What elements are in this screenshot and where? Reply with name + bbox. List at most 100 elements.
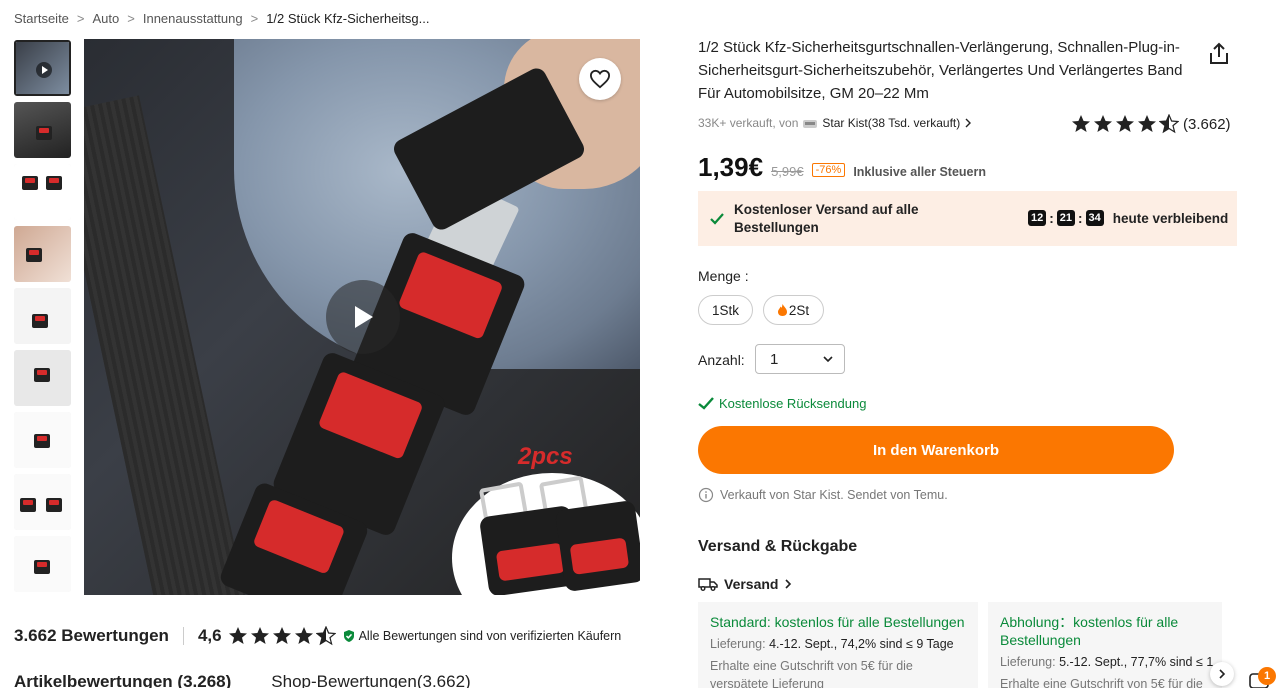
sold-count: 33K+ verkauft, von [698, 116, 799, 130]
delivery-value: 5.-12. Sept., 77,7% sind ≤ 1 [1059, 655, 1214, 669]
thumbnail-video[interactable] [14, 40, 71, 96]
truck-icon [698, 578, 718, 591]
favorite-button[interactable] [579, 58, 621, 100]
delivery-label: Lieferung: [710, 637, 766, 651]
price-row: 1,39€ 5,99€ -76% Inklusive aller Steuern [698, 152, 986, 183]
option-2st[interactable]: 2St [763, 295, 824, 325]
buckle-icon [34, 560, 50, 574]
quantity-value: 1 [770, 350, 779, 368]
option-1stk[interactable]: 1Stk [698, 295, 753, 325]
tab-shop-bewertungen[interactable]: Shop-Bewertungen(3.662) [271, 672, 470, 688]
rating-stars [1071, 114, 1179, 134]
star-icon [294, 627, 313, 644]
timer-label: heute verbleibend [1112, 210, 1229, 226]
quantity-label: Anzahl: [698, 352, 745, 368]
star-half-icon [315, 626, 336, 646]
discount-badge: -76% [811, 163, 846, 177]
buckle-icon [20, 498, 36, 512]
thumbnail-image[interactable] [14, 412, 71, 468]
product-rating[interactable]: (3.662) [1071, 114, 1231, 134]
chevron-right-icon [965, 118, 972, 128]
verified-note: Alle Bewertungen sind von verifizierten … [342, 629, 622, 643]
sold-by-text: Verkauft von Star Kist. Sendet von Temu. [720, 488, 948, 502]
shipping-card-head: Abholung：kostenlos für alle Bestellungen [1000, 614, 1179, 648]
store-link[interactable]: Star Kist(38 Tsd. verkauft) [822, 116, 960, 130]
verified-text: Alle Bewertungen sind von verifizierten … [358, 629, 622, 643]
thumbnail-image[interactable] [14, 536, 71, 592]
tab-artikelbewertungen[interactable]: Artikelbewertungen (3.268) [14, 672, 231, 688]
buckle-icon [36, 126, 52, 140]
breadcrumb-current: 1/2 Stück Kfz-Sicherheitsg... [266, 11, 430, 26]
thumbnail-image[interactable] [14, 474, 71, 530]
shipping-card-head: Standard: kostenlos für alle Bestellunge… [710, 614, 965, 630]
delivery-label: Lieferung: [1000, 655, 1056, 669]
rating-stars [228, 626, 336, 646]
reviews-count: 3.662 Bewertungen [14, 626, 169, 645]
flame-icon [777, 304, 787, 316]
versand-link[interactable]: Versand [698, 576, 792, 592]
thumbnail-image[interactable] [14, 288, 71, 344]
star-icon [1094, 115, 1112, 132]
buckle-icon [34, 368, 50, 382]
shipping-section-title: Versand & Rückgabe [698, 538, 858, 555]
quantity-select[interactable]: 1 [755, 344, 845, 374]
heart-icon [589, 69, 611, 89]
buckle-icon [22, 176, 38, 190]
shipping-card-pickup: Abholung：kostenlos für alle Bestellungen… [988, 602, 1222, 688]
check-icon [710, 212, 724, 225]
reviews-rating: 4,6 [197, 626, 222, 645]
buckle-icon [46, 176, 62, 190]
timer-separator: : [1078, 210, 1083, 226]
play-icon [355, 306, 373, 328]
shield-check-icon [343, 630, 354, 642]
info-icon [698, 487, 714, 503]
shipping-card-note: Erhalte eine Gutschrift von 5€ für die v… [710, 659, 913, 688]
check-icon [698, 397, 714, 410]
quantity-option-label: Menge : [698, 268, 749, 284]
breadcrumb-innenausstattung[interactable]: Innenausstattung [143, 11, 243, 26]
product-title: 1/2 Stück Kfz-Sicherheitsgurtschnallen-V… [698, 39, 1183, 102]
rating-count: (3.662) [1183, 115, 1231, 133]
shipping-card-standard: Standard: kostenlos für alle Bestellunge… [698, 602, 978, 688]
free-return: Kostenlose Rücksendung [698, 396, 866, 411]
thumbnail-image[interactable] [14, 226, 71, 282]
star-half-icon [1159, 114, 1179, 134]
tax-note: Inklusive aller Steuern [853, 165, 987, 179]
chat-badge: 1 [1258, 667, 1276, 685]
timer-seconds: 34 [1085, 210, 1104, 226]
reviews-summary: 3.662 Bewertungen 4,6 Alle Bewertungen s… [14, 626, 621, 646]
play-video-button[interactable] [326, 280, 400, 354]
sold-by: Verkauft von Star Kist. Sendet von Temu. [698, 487, 948, 503]
current-price: 1,39€ [698, 152, 764, 182]
breadcrumb-auto[interactable]: Auto [93, 11, 120, 26]
review-tabs: Artikelbewertungen (3.268) Shop-Bewertun… [14, 672, 471, 688]
countdown-timer: 12 : 21 : 34 heute verbleibend [1028, 210, 1228, 226]
thumbnail-image[interactable] [14, 164, 71, 220]
divider [182, 627, 184, 645]
shipping-card-note: Erhalte eine Gutschrift von 5€ für die [1000, 677, 1203, 688]
versand-label: Versand [724, 576, 779, 592]
buckle-icon [46, 498, 62, 512]
breadcrumb-separator: > [76, 11, 85, 26]
image-seatbelt [84, 95, 248, 595]
star-icon [272, 627, 291, 644]
thumbnail-image [14, 164, 71, 220]
play-icon [36, 62, 52, 78]
breadcrumb-startseite[interactable]: Startseite [14, 11, 69, 26]
star-icon [1138, 115, 1156, 132]
timer-separator: : [1049, 210, 1054, 226]
breadcrumb-separator: > [250, 11, 259, 26]
breadcrumb: Startseite > Auto > Innenausstattung > 1… [14, 11, 430, 26]
next-card-button[interactable] [1210, 662, 1234, 686]
free-shipping-text: Kostenloser Versand auf alle Bestellunge… [734, 201, 919, 235]
thumbnail-image[interactable] [14, 102, 71, 158]
option-label: 1Stk [711, 302, 739, 318]
add-to-cart-button[interactable]: In den Warenkorb [698, 426, 1174, 474]
image-buckle [554, 499, 640, 593]
free-return-text: Kostenlose Rücksendung [719, 396, 867, 411]
sold-info: 33K+ verkauft, von Star Kist(38 Tsd. ver… [698, 116, 972, 130]
thumbnail-image[interactable] [14, 350, 71, 406]
thumbnail-list [14, 40, 71, 598]
original-price: 5,99€ [771, 164, 804, 179]
share-button[interactable] [1206, 41, 1232, 67]
